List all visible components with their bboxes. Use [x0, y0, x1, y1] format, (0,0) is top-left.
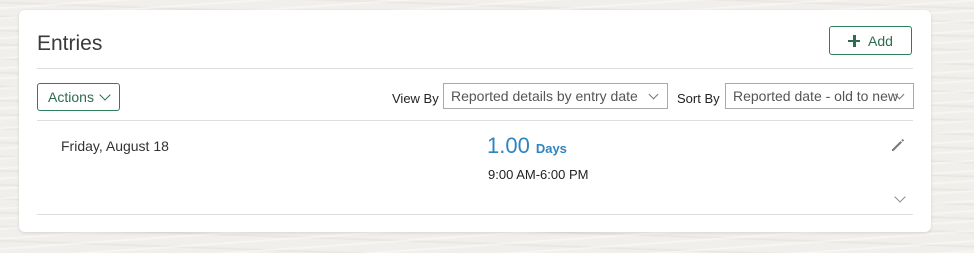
sort-by-select[interactable]: Reported date - old to new — [725, 83, 914, 109]
view-by-label: View By — [392, 91, 439, 106]
entry-amount-value: 1.00 — [487, 133, 530, 158]
chevron-down-icon — [648, 89, 659, 100]
actions-button-label: Actions — [48, 89, 94, 105]
row-divider — [37, 214, 913, 215]
page-title: Entries — [37, 32, 103, 55]
entry-amount: 1.00 Days — [487, 133, 567, 159]
toolbar-divider — [37, 120, 913, 121]
actions-button[interactable]: Actions — [37, 83, 120, 111]
sort-by-value: Reported date - old to new — [733, 88, 898, 104]
entry-time-range: 9:00 AM-6:00 PM — [488, 167, 589, 182]
pencil-icon[interactable] — [889, 136, 907, 154]
chevron-down-icon — [99, 89, 111, 101]
view-by-value: Reported details by entry date — [451, 88, 638, 104]
add-button[interactable]: Add — [829, 26, 912, 55]
entry-date: Friday, August 18 — [61, 138, 169, 154]
chevron-down-icon[interactable] — [894, 191, 906, 203]
add-button-label: Add — [868, 32, 893, 49]
sort-by-label: Sort By — [677, 91, 720, 106]
entry-amount-unit: Days — [535, 141, 567, 156]
header-divider — [37, 68, 913, 69]
plus-icon — [848, 34, 861, 47]
entries-card: Entries Add Actions View By Reported det… — [19, 10, 931, 232]
view-by-select[interactable]: Reported details by entry date — [443, 83, 668, 109]
